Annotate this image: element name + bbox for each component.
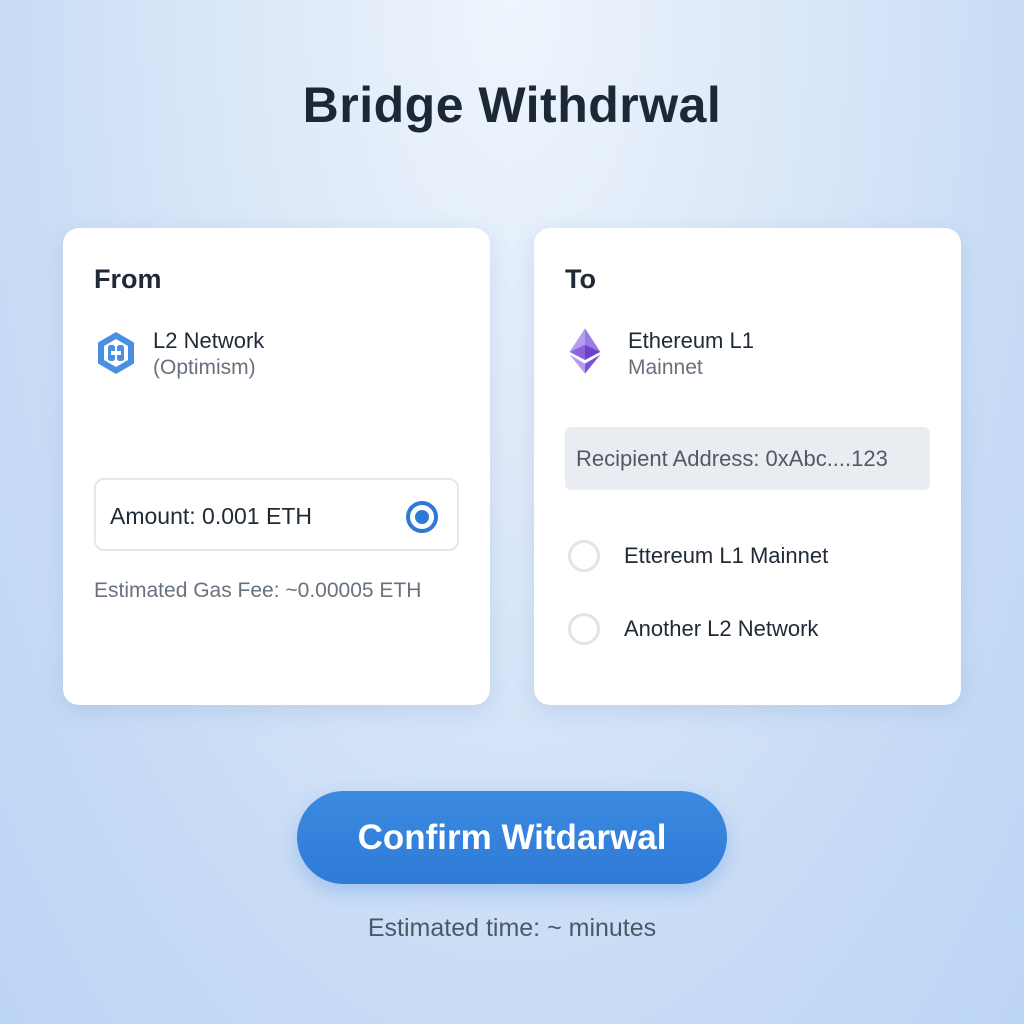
to-network-subtitle: Mainnet (628, 356, 703, 379)
page-title: Bridge Withdrwal (302, 77, 722, 133)
amount-field[interactable]: Amount: 0.001 ETH (94, 478, 459, 551)
gas-fee-text: Estimated Gas Fee: ~0.00005 ETH (94, 579, 422, 602)
from-heading: From (94, 264, 162, 294)
estimated-time-text: Estimated time: ~ minutes (367, 914, 657, 942)
radio-unselected[interactable] (568, 613, 600, 645)
radio-unselected[interactable] (568, 540, 600, 572)
from-network-name: L2 Network (153, 328, 265, 353)
to-heading: To (565, 264, 596, 294)
to-network-name: Ethereum L1 (628, 328, 754, 353)
recipient-address-text: Recipient Address: 0xAbc....123 (576, 446, 888, 471)
amount-label: Amount: 0.001 ETH (110, 503, 312, 529)
ethereum-icon (569, 328, 601, 374)
confirm-withdrawal-button[interactable]: Confirm Witdarwal (297, 791, 727, 884)
from-network-subtitle: (Optimism) (153, 356, 256, 379)
option-label: Another L2 Network (624, 616, 819, 641)
destination-option-another-l2[interactable]: Another L2 Network (568, 612, 928, 646)
option-label: Ettereum L1 Mainnet (624, 543, 829, 568)
recipient-address-field[interactable]: Recipient Address: 0xAbc....123 (565, 427, 930, 490)
destination-option-ethereum-mainnet[interactable]: Ettereum L1 Mainnet (568, 539, 928, 573)
to-card: To Ethereum L1 Mainnet Recipient Address… (534, 228, 961, 705)
hexagon-link-icon (98, 332, 134, 374)
from-card: From L2 Network (Optimism) Amount: 0.001… (63, 228, 490, 705)
amount-radio-selected[interactable] (406, 501, 438, 533)
